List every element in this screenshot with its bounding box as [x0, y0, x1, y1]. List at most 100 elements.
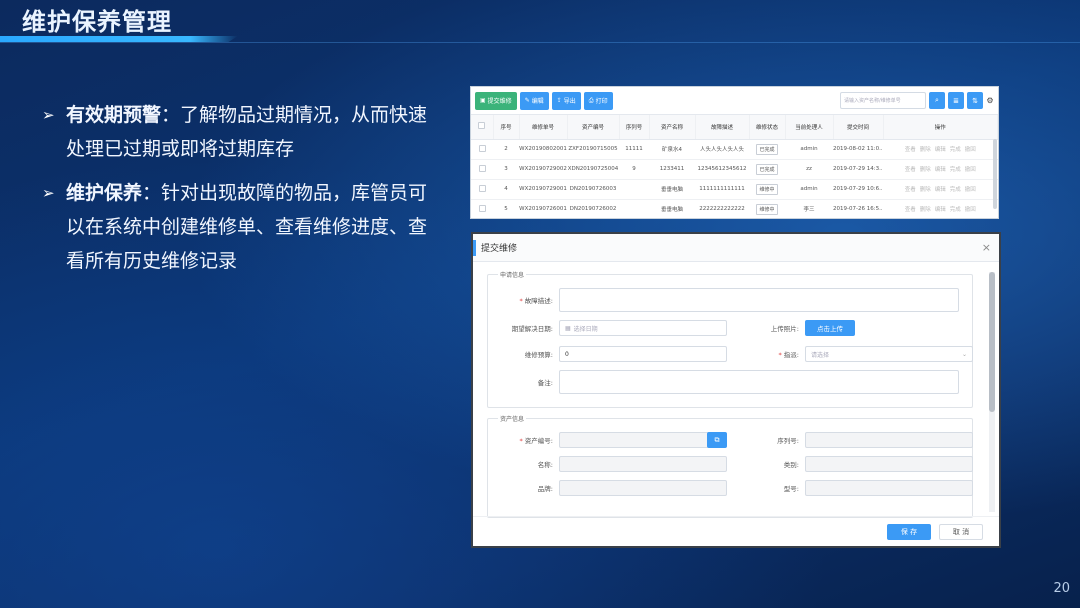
row-action-link[interactable]: 删除 [920, 187, 931, 193]
row-action-link[interactable]: 删除 [920, 207, 931, 213]
row-action-link[interactable]: 查看 [905, 167, 916, 173]
cancel-button[interactable]: 取 消 [939, 523, 983, 540]
table-row[interactable]: 2 WX20190802001 ZXF20190715005 11111 矿泉水4 人头人… [471, 139, 998, 160]
serial-input [805, 432, 973, 448]
sort-button[interactable]: ⇅ [967, 92, 983, 109]
export-icon: ⇪ [556, 97, 562, 104]
fault-label: * 故障描述: [519, 297, 553, 305]
row-checkbox[interactable] [471, 199, 493, 218]
column-header[interactable]: 当前处理人 [785, 115, 834, 140]
row-action-link[interactable]: 编辑 [935, 187, 946, 193]
row-checkbox[interactable] [471, 179, 493, 200]
row-action-link[interactable]: 编辑 [935, 207, 946, 213]
cell-order-link[interactable]: WX20190726001 [519, 199, 567, 218]
arrow-bullet-icon: ➢ [42, 184, 55, 202]
column-header[interactable]: 提交时间 [833, 115, 884, 140]
dialog-body: 申请信息 资产信息 * 故障描述: 期望解决日期: ▦ 选择日期 上传照片: 点击… [483, 268, 985, 518]
fault-description-input[interactable] [559, 288, 959, 312]
model-input [805, 480, 973, 496]
save-button[interactable]: 保 存 [887, 523, 931, 540]
filter-button[interactable]: ≣ [948, 92, 964, 109]
dialog-scrollbar[interactable] [989, 272, 995, 512]
budget-input[interactable]: 0 [559, 346, 727, 362]
status-badge: 维修中 [749, 199, 785, 218]
asset-picker-button[interactable]: ⧉ [707, 432, 727, 448]
category-label: 类别: [783, 461, 799, 469]
print-button[interactable]: ⎙ 打印 [583, 91, 613, 110]
search-input[interactable]: 请输入资产名称/维修单号 [840, 92, 926, 109]
name-label: 名称: [537, 461, 553, 469]
search-icon: ⌕ [935, 96, 939, 104]
edit-button[interactable]: ✎ 编辑 [519, 91, 549, 110]
submit-repair-button[interactable]: ▣ 提交维修 [475, 91, 517, 110]
repair-list-screenshot: ▣ 提交维修 ✎ 编辑 ⇪ 导出 ⎙ 打印 请输入资产名称/维修单号 ⌕ ≣ ⇅ ⚙ 序… [470, 86, 999, 219]
row-action-link[interactable]: 完成 [950, 187, 961, 193]
table-row[interactable]: 5 WX20190726001 DN20190726002 垂垂电脑 222222222… [471, 199, 998, 218]
cell-asset-name: 1233411 [649, 159, 695, 180]
row-action-link[interactable]: 完成 [950, 147, 961, 153]
assign-select[interactable]: 请选择 ⌄ [805, 346, 973, 362]
select-all-checkbox[interactable] [471, 115, 494, 140]
column-header[interactable]: 资产编号 [567, 115, 620, 140]
search-button[interactable]: ⌕ [929, 92, 945, 109]
column-header[interactable]: 序号 [493, 115, 520, 140]
column-header[interactable]: 故障描述 [695, 115, 750, 140]
cell-order-link[interactable]: WX20190802001 [519, 139, 567, 160]
cell-asset-no: ZXF20190715005 [567, 139, 619, 160]
cell-handler: admin [785, 139, 833, 160]
table-scrollbar[interactable] [993, 139, 997, 209]
scrollbar-thumb[interactable] [989, 272, 995, 412]
row-action-link[interactable]: 查看 [905, 147, 916, 153]
row-action-link[interactable]: 撤回 [965, 147, 976, 153]
bullet-item: ➢ 维护保养：针对出现故障的物品，库管员可以在系统中创建维修单、查看维修进度、查… [42, 176, 442, 278]
row-action-link[interactable]: 完成 [950, 207, 961, 213]
cell-order-link[interactable]: WX20190729001 [519, 179, 567, 200]
row-action-link[interactable]: 编辑 [935, 167, 946, 173]
cell-submit-time: 2019-07-29 10:6... [833, 179, 883, 200]
cell-operations: 查看 删除 编辑 完成 撤回 [883, 159, 998, 180]
column-header[interactable]: 维修状态 [749, 115, 786, 140]
cell-operations: 查看 删除 编辑 完成 撤回 [883, 179, 998, 200]
cell-submit-time: 2019-07-29 14:3... [833, 159, 883, 180]
section-title: 资产信息 [498, 414, 527, 423]
close-icon[interactable]: × [982, 241, 991, 254]
row-action-link[interactable]: 编辑 [935, 147, 946, 153]
name-input [559, 456, 727, 472]
note-input[interactable] [559, 370, 959, 394]
row-action-link[interactable]: 完成 [950, 167, 961, 173]
row-action-link[interactable]: 查看 [905, 207, 916, 213]
dialog-footer: 保 存 取 消 [473, 516, 999, 546]
serial-label: 序列号: [777, 437, 799, 445]
column-header[interactable]: 资产名称 [649, 115, 696, 140]
row-action-link[interactable]: 撤回 [965, 187, 976, 193]
row-checkbox[interactable] [471, 159, 493, 180]
upload-photo-button[interactable]: 点击上传 [805, 320, 855, 336]
row-action-link[interactable]: 撤回 [965, 167, 976, 173]
row-action-link[interactable]: 删除 [920, 147, 931, 153]
bullet-item: ➢ 有效期预警：了解物品过期情况，从而快速处理已过期或即将过期库存 [42, 98, 442, 166]
export-button[interactable]: ⇪ 导出 [551, 91, 581, 110]
column-header[interactable]: 序列号 [619, 115, 650, 140]
cell-serial: 9 [619, 159, 649, 180]
cell-order-link[interactable]: WX20190729002 [519, 159, 567, 180]
dialog-title: 提交维修 [481, 244, 518, 254]
cell-handler: admin [785, 179, 833, 200]
note-label: 备注: [537, 379, 553, 387]
row-action-link[interactable]: 删除 [920, 167, 931, 173]
asset-no-input[interactable] [559, 432, 709, 448]
column-header: 操作 [883, 115, 998, 140]
expected-date-picker[interactable]: ▦ 选择日期 [559, 320, 727, 336]
cell-fault-desc: 1111111111111 [695, 179, 749, 200]
gear-icon[interactable]: ⚙ [986, 96, 994, 105]
model-label: 型号: [783, 485, 799, 493]
row-checkbox[interactable] [471, 139, 493, 160]
row-action-link[interactable]: 撤回 [965, 207, 976, 213]
table-row[interactable]: 4 WX20190729001 DN20190726003 垂垂电脑 111111111… [471, 179, 998, 200]
column-header[interactable]: 维修单号 [519, 115, 568, 140]
brand-label: 品牌: [537, 485, 553, 493]
row-action-link[interactable]: 查看 [905, 187, 916, 193]
sort-icon: ⇅ [972, 96, 978, 105]
arrow-bullet-icon: ➢ [42, 106, 55, 124]
table-row[interactable]: 3 WX20190729002 XDN20190725004 9 1233411 1234… [471, 159, 998, 180]
cell-asset-name: 矿泉水4 [649, 139, 695, 160]
